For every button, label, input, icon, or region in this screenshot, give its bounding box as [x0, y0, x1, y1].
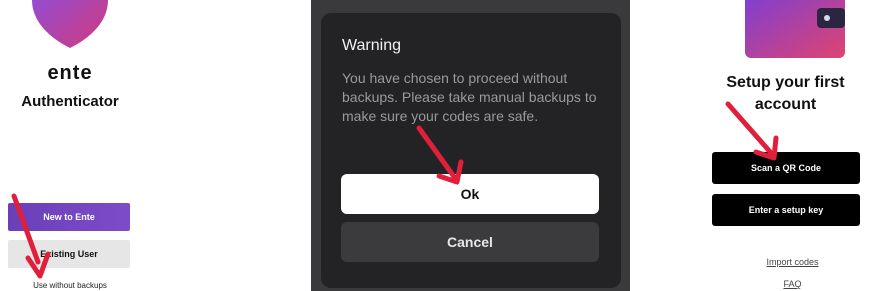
wallet-illustration-icon — [745, 0, 845, 58]
setup-screen: Setup your first account Scan a QR Code … — [700, 0, 871, 291]
use-without-backups-link[interactable]: Use without backups — [0, 281, 140, 290]
faq-link[interactable]: FAQ — [700, 279, 871, 289]
ok-button[interactable]: Ok — [341, 174, 599, 214]
new-to-ente-button[interactable]: New to Ente — [8, 203, 130, 231]
shield-heart-logo-icon — [32, 0, 108, 48]
scan-qr-code-button[interactable]: Scan a QR Code — [712, 152, 860, 184]
dialog-message: You have chosen to proceed without backu… — [342, 70, 597, 124]
warning-screen: Warning You have chosen to proceed witho… — [311, 0, 630, 291]
import-codes-link[interactable]: Import codes — [700, 257, 871, 267]
setup-title: Setup your first account — [726, 74, 845, 113]
app-name: Authenticator — [21, 93, 119, 110]
welcome-screen: ente Authenticator New to Ente Existing … — [0, 0, 140, 291]
brand-name: ente — [47, 62, 93, 84]
existing-user-button[interactable]: Existing User — [8, 240, 130, 268]
enter-setup-key-button[interactable]: Enter a setup key — [712, 194, 860, 226]
warning-dialog: Warning You have chosen to proceed witho… — [321, 13, 621, 288]
cancel-button[interactable]: Cancel — [341, 222, 599, 262]
dialog-title: Warning — [342, 37, 401, 54]
